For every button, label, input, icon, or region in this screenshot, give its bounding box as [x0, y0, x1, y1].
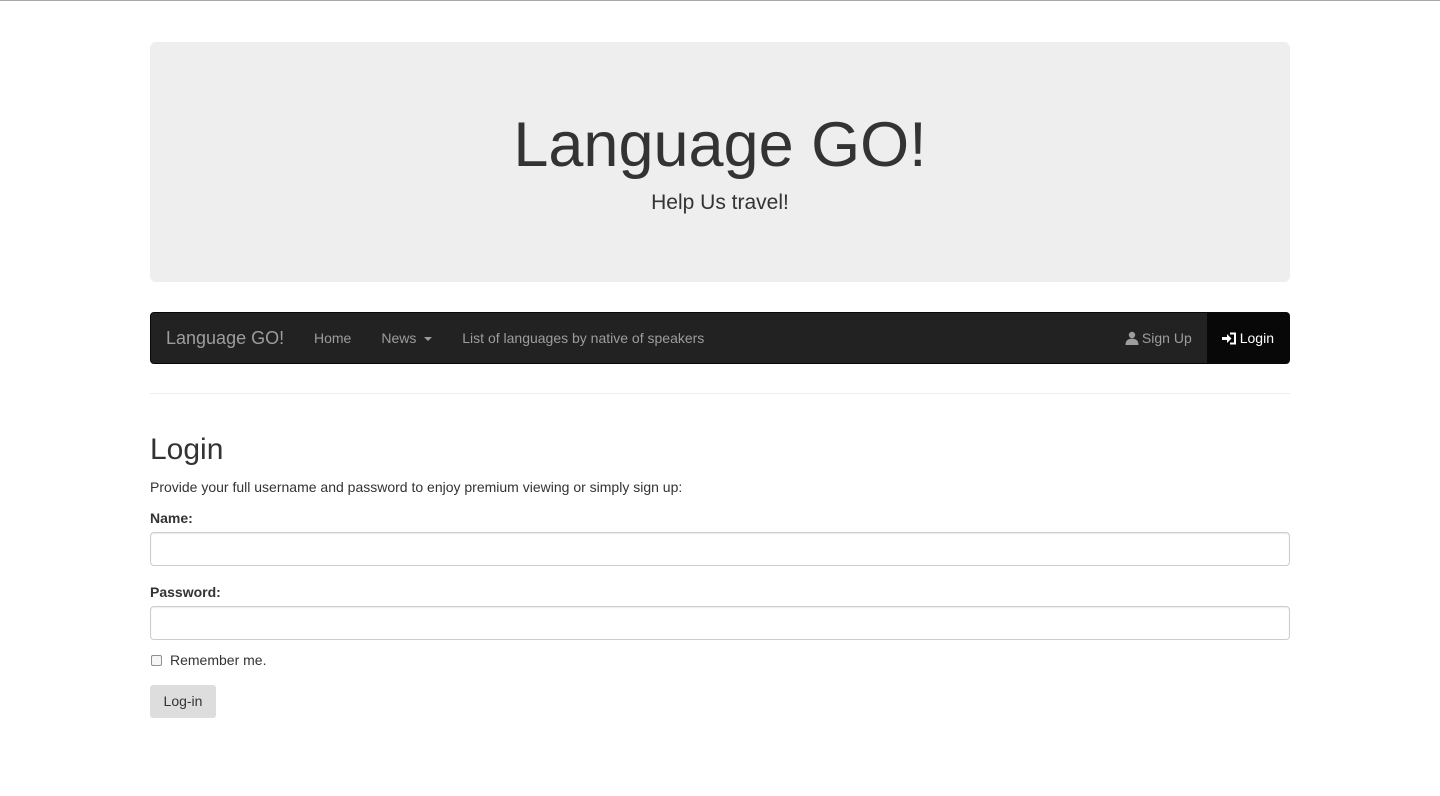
nav-item-label: News — [381, 330, 417, 346]
login-submit-button[interactable]: Log-in — [150, 685, 216, 718]
user-icon — [1125, 331, 1139, 345]
section-divider — [150, 393, 1290, 394]
nav-item-label: Login — [1239, 330, 1274, 346]
remember-me-label[interactable]: Remember me. — [170, 652, 266, 668]
navbar-left-menu: Home News List of languages by native of… — [299, 313, 719, 363]
navbar-brand[interactable]: Language GO! — [166, 313, 284, 363]
nav-item-label: Home — [314, 330, 352, 346]
main-navbar: Language GO! Home News List of languages… — [150, 312, 1290, 364]
nav-item-home[interactable]: Home — [299, 313, 366, 363]
nav-item-news-dropdown[interactable]: News — [366, 313, 447, 363]
nav-item-login[interactable]: Login — [1206, 313, 1289, 363]
login-description: Provide your full username and password … — [150, 479, 683, 495]
navbar-right-menu: Sign Up Login — [1110, 313, 1289, 363]
jumbotron: Language GO! Help Us travel! — [150, 42, 1290, 282]
window-top-border — [0, 0, 1440, 1]
nav-item-label: List of languages by native of speakers — [462, 330, 705, 346]
remember-me-row: Remember me. — [150, 652, 266, 668]
site-subtitle: Help Us travel! — [651, 191, 789, 214]
nav-item-sign-up[interactable]: Sign Up — [1110, 313, 1207, 363]
log-in-icon — [1221, 332, 1236, 344]
password-field[interactable] — [150, 606, 1290, 640]
site-title: Language GO! — [513, 110, 927, 180]
caret-down-icon — [424, 337, 433, 342]
name-field[interactable] — [150, 532, 1290, 566]
remember-me-checkbox[interactable] — [151, 654, 162, 666]
password-label: Password: — [150, 584, 221, 600]
page-title: Login — [150, 433, 224, 466]
name-label: Name: — [150, 510, 193, 526]
nav-item-label: Sign Up — [1141, 330, 1192, 346]
nav-item-languages-list[interactable]: List of languages by native of speakers — [447, 313, 719, 363]
